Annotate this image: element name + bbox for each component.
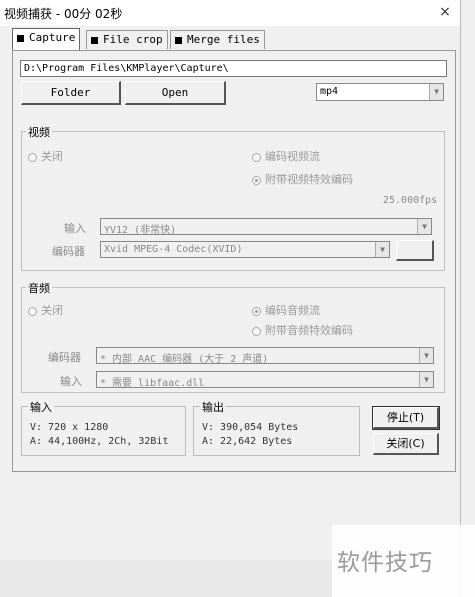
video-input-label: 输入 bbox=[64, 222, 86, 235]
stop-button[interactable]: 停止(T) bbox=[372, 406, 440, 430]
tab-label: Merge files bbox=[187, 33, 260, 46]
open-button[interactable]: Open bbox=[125, 81, 226, 105]
audio-group: 音频 关闭 编码音频流 附带音频特效编码 编码器 * 内部 AAC 编码器 (大… bbox=[21, 280, 445, 393]
audio-input-select[interactable]: * 需要 libfaac.dll ▼ bbox=[96, 371, 434, 388]
tab-marker-icon bbox=[175, 36, 182, 44]
output-audio-info: A: 22,642 Bytes bbox=[202, 436, 293, 447]
audio-input-label: 输入 bbox=[60, 375, 82, 388]
video-encoder-label: 编码器 bbox=[52, 245, 85, 258]
audio-encoder-label: 编码器 bbox=[48, 351, 81, 364]
format-value: mp4 bbox=[320, 86, 339, 97]
watermark: 软件技巧 bbox=[332, 525, 475, 597]
video-off-radio[interactable]: 关闭 bbox=[28, 148, 63, 164]
audio-encoder-value: * 内部 AAC 编码器 (大于 2 声道) bbox=[100, 354, 269, 364]
radio-selected-icon bbox=[252, 175, 261, 185]
format-select[interactable]: mp4 ▼ bbox=[316, 83, 444, 101]
input-info-label: 输入 bbox=[28, 399, 54, 415]
capture-panel: D:\Program Files\KMPlayer\Capture\ Folde… bbox=[12, 50, 456, 472]
video-encoder-value: Xvid MPEG-4 Codec(XVID) bbox=[104, 244, 243, 255]
chevron-down-icon: ▼ bbox=[419, 348, 433, 363]
chevron-down-icon: ▼ bbox=[417, 219, 431, 234]
tab-marker-icon bbox=[17, 34, 24, 42]
video-group-label: 视频 bbox=[26, 124, 52, 140]
background-strip bbox=[0, 560, 332, 597]
tab-capture[interactable]: Capture bbox=[12, 28, 81, 50]
radio-label: 附带音频特效编码 bbox=[265, 324, 353, 337]
audio-off-radio[interactable]: 关闭 bbox=[28, 302, 63, 318]
audio-input-value: * 需要 libfaac.dll bbox=[100, 378, 205, 388]
radio-label: 编码音频流 bbox=[265, 304, 320, 317]
radio-icon bbox=[252, 326, 261, 336]
video-encoder-select[interactable]: Xvid MPEG-4 Codec(XVID) ▼ bbox=[100, 241, 390, 258]
radio-selected-icon bbox=[252, 306, 261, 316]
audio-effects-encode-radio[interactable]: 附带音频特效编码 bbox=[252, 322, 353, 338]
chevron-down-icon: ▼ bbox=[419, 372, 433, 387]
output-info-box: 输出 V: 390,054 Bytes A: 22,642 Bytes bbox=[193, 399, 360, 456]
video-fps: 25.000fps bbox=[383, 195, 438, 206]
video-group: 视频 关闭 编码视频流 附带视频特效编码 25.000fps 输入 YV12 (… bbox=[21, 124, 445, 271]
audio-encode-stream-radio[interactable]: 编码音频流 bbox=[252, 302, 320, 318]
audio-encoder-select[interactable]: * 内部 AAC 编码器 (大于 2 声道) ▼ bbox=[96, 347, 434, 364]
chevron-down-icon: ▼ bbox=[375, 242, 389, 257]
radio-icon bbox=[252, 152, 261, 162]
video-effects-encode-radio[interactable]: 附带视频特效编码 bbox=[252, 171, 353, 187]
capture-window: 视频捕获 - 00分 02秒 × Capture File crop Merge… bbox=[0, 0, 461, 597]
video-input-value: YV12 (非常快) bbox=[104, 225, 177, 235]
watermark-text: 软件技巧 bbox=[337, 550, 433, 576]
tab-marker-icon bbox=[91, 36, 98, 44]
radio-label: 关闭 bbox=[41, 304, 63, 317]
input-video-info: V: 720 x 1280 bbox=[30, 422, 109, 433]
radio-label: 编码视频流 bbox=[265, 150, 320, 163]
input-info-box: 输入 V: 720 x 1280 A: 44,100Hz, 2Ch, 32Bit bbox=[21, 399, 186, 456]
output-video-info: V: 390,054 Bytes bbox=[202, 422, 299, 433]
video-encode-stream-radio[interactable]: 编码视频流 bbox=[252, 148, 320, 164]
capture-path-field[interactable]: D:\Program Files\KMPlayer\Capture\ bbox=[20, 60, 447, 77]
tab-label: Capture bbox=[29, 31, 76, 44]
radio-icon bbox=[28, 306, 37, 316]
close-icon[interactable]: × bbox=[437, 4, 453, 20]
video-input-select[interactable]: YV12 (非常快) ▼ bbox=[100, 218, 432, 235]
radio-label: 附带视频特效编码 bbox=[265, 173, 353, 186]
title-bar: 视频捕获 - 00分 02秒 × bbox=[0, 0, 460, 26]
radio-label: 关闭 bbox=[41, 150, 63, 163]
tab-merge-files[interactable]: Merge files bbox=[170, 30, 265, 49]
chevron-down-icon: ▼ bbox=[429, 84, 443, 100]
video-encoder-config-button[interactable] bbox=[396, 240, 434, 261]
tab-file-crop[interactable]: File crop bbox=[86, 30, 168, 49]
folder-button[interactable]: Folder bbox=[21, 81, 121, 105]
tab-label: File crop bbox=[103, 33, 163, 46]
output-info-label: 输出 bbox=[200, 399, 226, 415]
radio-icon bbox=[28, 152, 37, 162]
window-title: 视频捕获 - 00分 02秒 bbox=[4, 7, 123, 21]
input-audio-info: A: 44,100Hz, 2Ch, 32Bit bbox=[30, 436, 169, 447]
close-capture-button[interactable]: 关闭(C) bbox=[373, 433, 439, 455]
audio-group-label: 音频 bbox=[26, 280, 52, 296]
